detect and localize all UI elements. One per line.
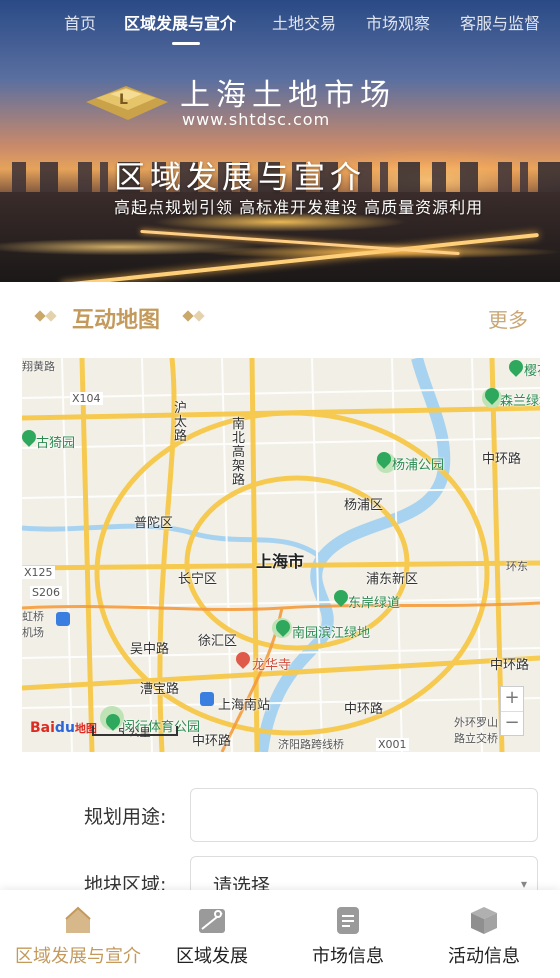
baidu-map-logo: Baidu地图: [30, 720, 97, 736]
map-label-yinghua: 樱花: [524, 364, 540, 379]
map-poi-shanghai-south[interactable]: [200, 692, 214, 706]
hero-banner: 首页 区域发展与宣介 土地交易 市场观察 客服与监督 L 上海土地市场 www.…: [0, 0, 560, 282]
filter-form: 规划用途: 地块区域: 请选择 ▾: [0, 768, 560, 910]
map-label-gudang: 古猗园: [36, 436, 76, 451]
home-icon: [65, 906, 91, 933]
site-url: www.shtdsc.com: [182, 110, 331, 129]
more-link[interactable]: 更多: [488, 304, 528, 333]
section-title: 互动地图: [72, 308, 161, 333]
usage-label: 规划用途:: [84, 806, 167, 828]
tab-market-info[interactable]: 市场信息: [278, 890, 418, 978]
tab-activity-info[interactable]: 活动信息: [414, 890, 554, 978]
map-label-nanyuan: 南园滨江绿地: [292, 626, 371, 641]
top-nav-active-indicator: [172, 42, 200, 45]
top-nav-region[interactable]: 区域发展与宣介: [124, 10, 236, 34]
tab-region-promo[interactable]: 区域发展与宣介: [8, 890, 148, 978]
map-label-s206: S206: [30, 586, 62, 599]
map-label-senlan: 森兰绿地: [500, 394, 540, 409]
map-label-wuzhong: 吴中路: [130, 642, 170, 657]
map-label-ring-south: 中环路: [344, 702, 384, 717]
map-label-changning: 长宁区: [178, 572, 218, 587]
svg-text:L: L: [119, 92, 128, 108]
interactive-map[interactable]: 上海市 普陀区 长宁区 徐汇区 杨浦区 浦东新区 杨浦公园 森兰绿地 樱花 古猗…: [22, 358, 540, 752]
logo-icon: L: [86, 86, 168, 120]
site-name: 上海土地市场: [180, 78, 396, 113]
map-label-yangpu: 杨浦区: [344, 498, 384, 513]
decor-diamonds-right: [182, 310, 205, 322]
top-nav: 首页 区域发展与宣介 土地交易 市场观察 客服与监督: [0, 0, 560, 46]
hero-title: 区域发展与宣介: [114, 160, 366, 196]
map-label-longhua: 龙华寺: [252, 658, 292, 673]
map-label-x125: X125: [22, 566, 55, 579]
decor-diamonds-left: [34, 310, 57, 322]
box-icon: [471, 907, 497, 934]
map-label-x104: X104: [70, 392, 103, 405]
tab-region-dev[interactable]: 区域发展: [142, 890, 282, 978]
zoom-out-button[interactable]: −: [501, 711, 523, 735]
map-label-north-south: 南北高架路: [232, 417, 246, 488]
usage-input[interactable]: [190, 788, 538, 842]
map-label-shanghai-south: 上海南站: [218, 698, 271, 713]
hero-slogan: 高起点规划引领 高标准开发建设 高质量资源利用: [114, 198, 484, 217]
top-nav-market[interactable]: 市场观察: [366, 10, 430, 34]
map-label-hudai: 沪太路: [174, 401, 188, 444]
map-label-dongan: 东岸绿道: [348, 596, 401, 611]
map-container: 上海市 普陀区 长宁区 徐汇区 杨浦区 浦东新区 杨浦公园 森兰绿地 樱花 古猗…: [0, 354, 560, 768]
map-label-jiyang: 济阳路跨线桥: [278, 738, 344, 751]
map-label-pudong: 浦东新区: [366, 572, 419, 587]
map-label-ring-ne: 中环路: [482, 452, 522, 467]
map-icon: [199, 909, 225, 933]
top-nav-service[interactable]: 客服与监督: [460, 10, 540, 34]
map-scale-label: 5 公里: [118, 726, 151, 739]
map-label-caobao: 漕宝路: [140, 682, 180, 697]
map-poi-hongqiao[interactable]: [56, 612, 70, 626]
map-label-hongqiao: 虹桥机场: [22, 610, 44, 639]
document-icon: [337, 907, 359, 934]
map-label-huandong: 环东: [506, 560, 528, 573]
map-label-yangpu-park: 杨浦公园: [392, 458, 445, 473]
top-nav-home[interactable]: 首页: [64, 10, 96, 34]
top-nav-land-trade[interactable]: 土地交易: [272, 10, 336, 34]
chevron-down-icon: ▾: [520, 877, 527, 891]
map-label-xianghuang: 翔黄路: [22, 360, 55, 373]
zoom-in-button[interactable]: +: [501, 687, 523, 711]
section-header: 互动地图 更多: [0, 282, 560, 354]
map-label-x001: X001: [376, 738, 409, 751]
map-label-xuhui: 徐汇区: [198, 634, 238, 649]
map-label-ring-east: 中环路: [490, 658, 530, 673]
map-label-outer-ring: 外环罗山路立交桥: [454, 716, 498, 745]
map-zoom-control: + −: [500, 686, 524, 736]
map-label-putuo: 普陀区: [134, 516, 174, 531]
map-label-shanghai: 上海市: [256, 552, 305, 571]
bottom-tab-bar: 区域发展与宣介 区域发展 市场信息 活动信息: [0, 890, 560, 978]
map-label-ring-sw: 中环路: [192, 734, 232, 749]
